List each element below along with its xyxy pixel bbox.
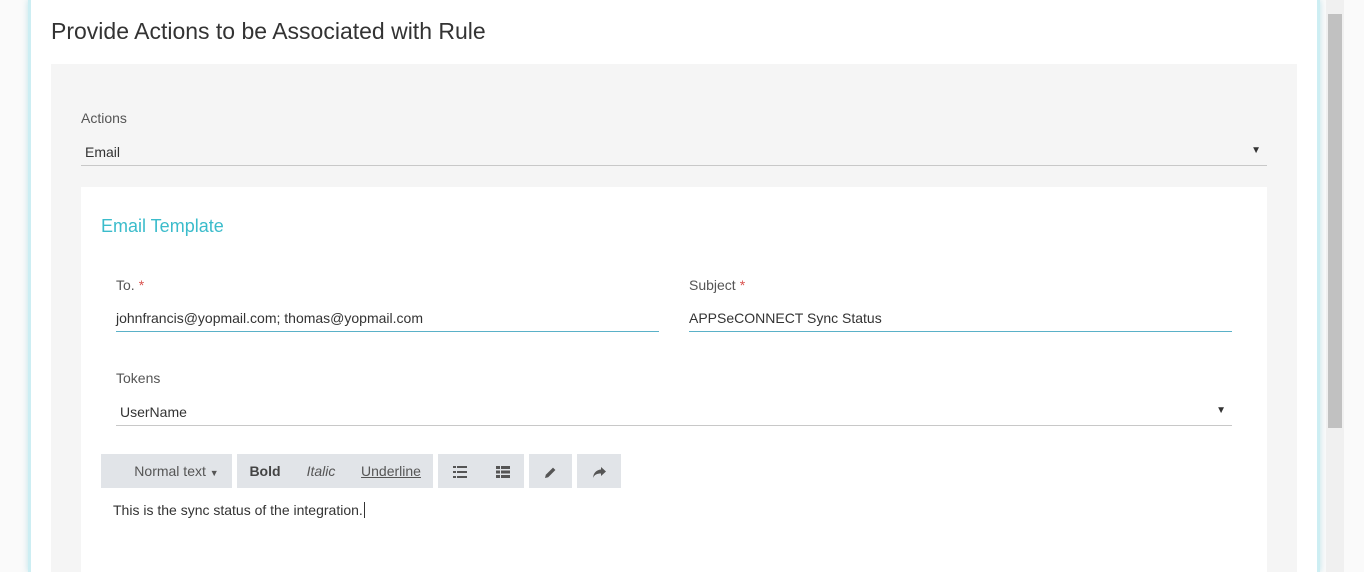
actions-select-value: Email <box>85 144 121 160</box>
page-scrollbar[interactable] <box>1326 0 1344 572</box>
rule-actions-modal: Provide Actions to be Associated with Ru… <box>28 0 1320 572</box>
caret-down-icon: ▼ <box>1216 405 1226 416</box>
underline-button[interactable]: Underline <box>349 454 433 488</box>
ordered-list-button[interactable] <box>481 454 524 488</box>
edit-button[interactable] <box>529 454 572 488</box>
unordered-list-icon <box>452 466 467 479</box>
to-label-text: To. <box>116 277 135 293</box>
to-label: To. * <box>116 277 144 293</box>
email-template-title: Email Template <box>101 216 224 236</box>
pencil-icon <box>545 467 556 478</box>
required-mark: * <box>138 277 145 293</box>
list-group <box>438 454 524 488</box>
actions-panel: Actions Email ▼ Email Template To. * john… <box>51 64 1297 572</box>
subject-input-value: APPSeCONNECT Sync Status <box>689 310 882 326</box>
caret-down-icon: ▼ <box>1251 145 1261 156</box>
actions-label: Actions <box>81 110 127 126</box>
italic-button[interactable]: Italic <box>293 454 349 488</box>
to-input-value: johnfrancis@yopmail.com; thomas@yopmail.… <box>116 310 423 326</box>
redo-icon <box>592 466 606 478</box>
tokens-select-value: UserName <box>120 404 187 420</box>
tokens-label: Tokens <box>116 370 161 386</box>
format-group: Bold Italic Underline <box>237 454 433 488</box>
redo-button[interactable] <box>577 454 621 488</box>
text-style-label: Normal text <box>134 463 206 479</box>
required-mark: * <box>739 277 746 293</box>
redo-group <box>577 454 621 488</box>
text-cursor <box>363 502 365 518</box>
caret-down-icon: ▼ <box>209 468 219 478</box>
subject-label: Subject * <box>689 277 745 293</box>
to-input[interactable]: johnfrancis@yopmail.com; thomas@yopmail.… <box>116 304 659 332</box>
ordered-list-icon <box>495 466 510 479</box>
tokens-select[interactable]: UserName ▼ <box>116 398 1232 426</box>
text-style-group: Normal text ▼ <box>101 454 232 488</box>
page-title: Provide Actions to be Associated with Ru… <box>51 18 486 44</box>
subject-label-text: Subject <box>689 277 736 293</box>
email-body-text: This is the sync status of the integrati… <box>113 502 363 518</box>
bold-button[interactable]: Bold <box>237 454 293 488</box>
subject-input[interactable]: APPSeCONNECT Sync Status <box>689 304 1232 332</box>
edit-group <box>529 454 572 488</box>
scrollbar-thumb[interactable] <box>1328 14 1342 428</box>
actions-select[interactable]: Email ▼ <box>81 138 1267 166</box>
email-template-card: Email Template To. * johnfrancis@yopmail.… <box>81 187 1267 572</box>
text-style-dropdown[interactable]: Normal text ▼ <box>101 454 232 488</box>
unordered-list-button[interactable] <box>438 454 481 488</box>
email-body-editor[interactable]: This is the sync status of the integrati… <box>113 502 365 518</box>
